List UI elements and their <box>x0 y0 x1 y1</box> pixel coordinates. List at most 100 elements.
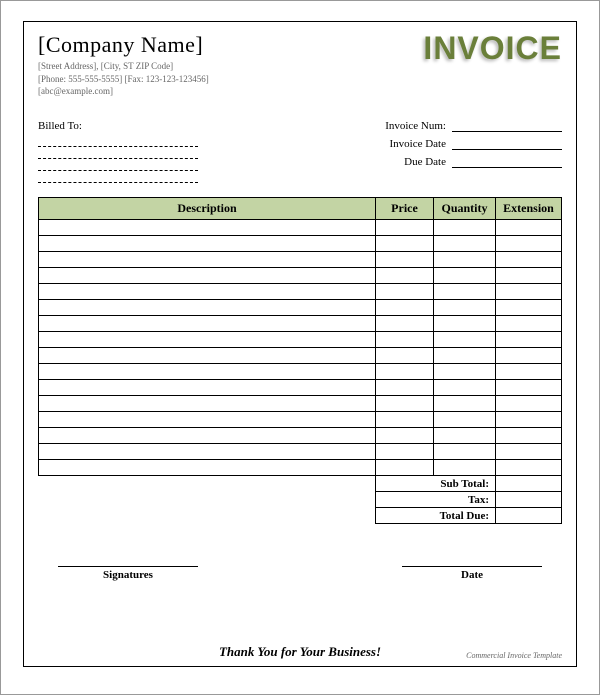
table-cell[interactable] <box>434 379 496 395</box>
table-cell[interactable] <box>434 251 496 267</box>
table-cell[interactable] <box>434 459 496 475</box>
table-cell[interactable] <box>434 411 496 427</box>
table-cell[interactable] <box>434 443 496 459</box>
table-cell[interactable] <box>496 235 562 251</box>
table-cell[interactable] <box>496 251 562 267</box>
table-cell[interactable] <box>496 363 562 379</box>
company-phone-fax: [Phone: 555-555-5555] [Fax: 123-123-1234… <box>38 73 209 86</box>
signature-box: Signatures <box>58 566 198 581</box>
header-row: [Company Name] [Street Address], [City, … <box>38 32 562 98</box>
table-cell[interactable] <box>434 347 496 363</box>
table-cell[interactable] <box>434 315 496 331</box>
table-cell[interactable] <box>39 283 376 299</box>
table-cell[interactable] <box>39 459 376 475</box>
table-cell[interactable] <box>39 331 376 347</box>
table-cell[interactable] <box>434 363 496 379</box>
invoice-date-row: Invoice Date <box>282 138 562 150</box>
table-row <box>39 267 562 283</box>
table-cell[interactable] <box>496 379 562 395</box>
table-cell[interactable] <box>39 315 376 331</box>
table-cell[interactable] <box>496 427 562 443</box>
table-cell[interactable] <box>496 443 562 459</box>
totals-table: Sub Total: Tax: Total Due: <box>375 476 562 525</box>
table-cell[interactable] <box>39 299 376 315</box>
table-cell[interactable] <box>434 235 496 251</box>
table-cell[interactable] <box>39 235 376 251</box>
table-cell[interactable] <box>496 283 562 299</box>
table-cell[interactable] <box>434 299 496 315</box>
company-address: [Street Address], [City, ST ZIP Code] <box>38 60 209 73</box>
tax-value[interactable] <box>496 492 562 508</box>
table-cell[interactable] <box>376 235 434 251</box>
table-cell[interactable] <box>376 411 434 427</box>
items-table: Description Price Quantity Extension <box>38 197 562 476</box>
table-cell[interactable] <box>39 219 376 235</box>
totals-block: Sub Total: Tax: Total Due: <box>38 476 562 525</box>
table-row <box>39 331 562 347</box>
table-cell[interactable] <box>376 443 434 459</box>
table-cell[interactable] <box>39 251 376 267</box>
invoice-date-field[interactable] <box>452 138 562 150</box>
table-row <box>39 251 562 267</box>
table-row <box>39 347 562 363</box>
table-cell[interactable] <box>496 331 562 347</box>
billed-to-line[interactable] <box>38 159 198 171</box>
billed-to-line[interactable] <box>38 147 198 159</box>
invoice-num-field[interactable] <box>452 120 562 132</box>
table-cell[interactable] <box>39 443 376 459</box>
document-canvas: [Company Name] [Street Address], [City, … <box>0 0 600 695</box>
table-cell[interactable] <box>496 395 562 411</box>
total-due-label: Total Due: <box>376 508 496 524</box>
total-due-value[interactable] <box>496 508 562 524</box>
table-cell[interactable] <box>496 347 562 363</box>
table-cell[interactable] <box>376 363 434 379</box>
table-cell[interactable] <box>376 331 434 347</box>
table-row <box>39 379 562 395</box>
invoice-num-row: Invoice Num: <box>282 120 562 132</box>
table-cell[interactable] <box>376 459 434 475</box>
table-cell[interactable] <box>376 395 434 411</box>
table-cell[interactable] <box>376 347 434 363</box>
table-cell[interactable] <box>496 315 562 331</box>
subtotal-value[interactable] <box>496 476 562 492</box>
signature-label: Signatures <box>58 566 198 581</box>
table-row <box>39 411 562 427</box>
table-cell[interactable] <box>39 267 376 283</box>
table-cell[interactable] <box>376 267 434 283</box>
table-cell[interactable] <box>434 331 496 347</box>
subtotal-label: Sub Total: <box>376 476 496 492</box>
table-cell[interactable] <box>376 283 434 299</box>
table-cell[interactable] <box>496 219 562 235</box>
table-cell[interactable] <box>376 315 434 331</box>
table-cell[interactable] <box>434 395 496 411</box>
table-cell[interactable] <box>39 363 376 379</box>
table-cell[interactable] <box>39 347 376 363</box>
billed-to-line[interactable] <box>38 171 198 183</box>
table-cell[interactable] <box>496 459 562 475</box>
invoice-num-label: Invoice Num: <box>385 120 452 132</box>
table-cell[interactable] <box>496 267 562 283</box>
date-label: Date <box>402 566 542 581</box>
table-cell[interactable] <box>496 299 562 315</box>
signature-row: Signatures Date <box>38 566 562 581</box>
table-cell[interactable] <box>434 267 496 283</box>
table-cell[interactable] <box>376 219 434 235</box>
table-cell[interactable] <box>376 427 434 443</box>
billed-to-line[interactable] <box>38 135 198 147</box>
table-cell[interactable] <box>39 379 376 395</box>
table-cell[interactable] <box>434 283 496 299</box>
table-cell[interactable] <box>376 299 434 315</box>
table-cell[interactable] <box>434 219 496 235</box>
table-cell[interactable] <box>496 411 562 427</box>
due-date-row: Due Date <box>282 156 562 168</box>
footer-row: Thank You for Your Business! Commercial … <box>38 644 562 660</box>
tax-label: Tax: <box>376 492 496 508</box>
due-date-field[interactable] <box>452 156 562 168</box>
table-cell[interactable] <box>434 427 496 443</box>
billed-to-block: Billed To: <box>38 120 238 183</box>
table-cell[interactable] <box>39 427 376 443</box>
table-cell[interactable] <box>39 395 376 411</box>
table-cell[interactable] <box>39 411 376 427</box>
table-cell[interactable] <box>376 251 434 267</box>
table-cell[interactable] <box>376 379 434 395</box>
